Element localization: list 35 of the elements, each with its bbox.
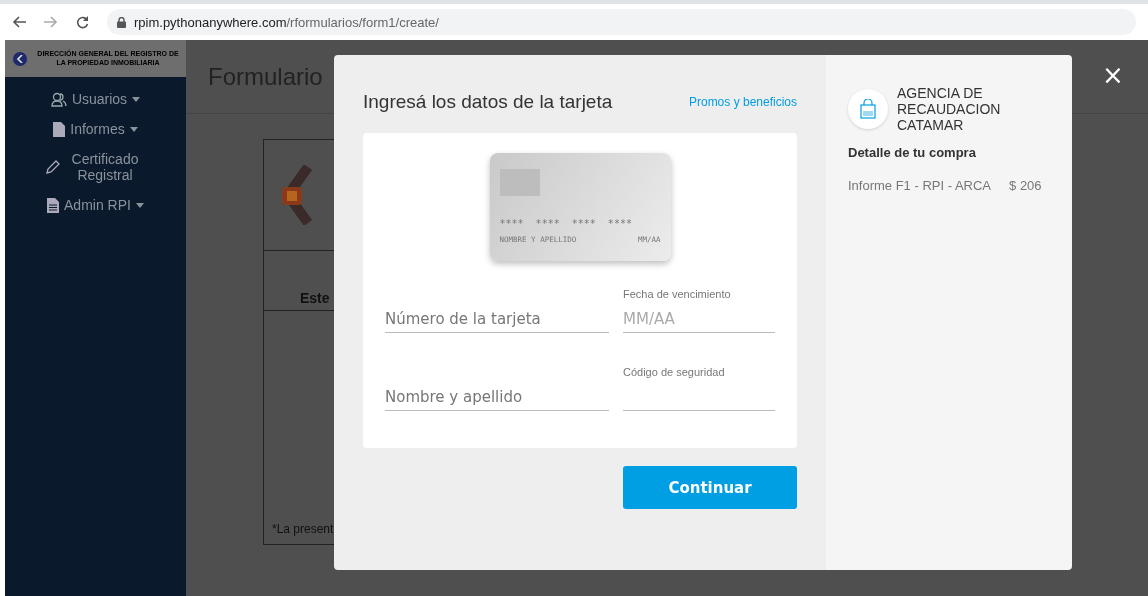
back-icon[interactable] bbox=[12, 16, 26, 28]
shopping-bag-icon bbox=[848, 89, 888, 129]
close-button[interactable]: × bbox=[1102, 62, 1124, 88]
pencil-icon bbox=[46, 160, 60, 174]
card-number-mask: **** **** **** **** bbox=[499, 218, 633, 229]
sidebar-item[interactable]: Admin RPI bbox=[47, 197, 144, 213]
sidebar-item[interactable]: Usuarios bbox=[50, 91, 141, 107]
input-field[interactable]: Número de la tarjeta bbox=[385, 306, 609, 333]
input-field[interactable]: MM/AA bbox=[623, 306, 775, 333]
input-field[interactable]: Nombre y apellido bbox=[385, 384, 609, 411]
address-bar[interactable]: rpim.pythonanywhere.com/rformularios/form1/create/ bbox=[107, 9, 1136, 35]
sidebar-label: Admin RPI bbox=[64, 197, 131, 213]
footnote-text: *La present bbox=[272, 522, 334, 536]
lock-icon bbox=[117, 16, 126, 28]
sidebar-label: Usuarios bbox=[71, 91, 128, 107]
detail-heading: Detalle de tu compra bbox=[848, 145, 977, 161]
sidebar-label: Certificado Registral bbox=[70, 151, 140, 183]
chevron-icon bbox=[17, 54, 23, 63]
merchant-name: AGENCIA DE RECAUDACION CATAMAR bbox=[897, 85, 1002, 134]
file-icon bbox=[53, 121, 66, 137]
collapse-button[interactable] bbox=[13, 51, 27, 66]
continue-button[interactable]: Continuar bbox=[623, 466, 797, 509]
dialog-title: Ingresá los datos de la tarjeta bbox=[363, 91, 613, 113]
field-label: Fecha de vencimiento bbox=[623, 288, 732, 300]
url-text: rpim.pythonanywhere.com/rformularios/form1/create/ bbox=[134, 14, 439, 30]
sidebar-item[interactable]: Certificado Registral bbox=[46, 151, 145, 183]
sidebar-label: Informes bbox=[70, 121, 125, 137]
document-icon bbox=[47, 197, 60, 213]
item-price: $ 206 bbox=[1009, 178, 1042, 194]
item-name: Informe F1 - RPI - ARCA bbox=[848, 178, 992, 194]
field-label: Código de seguridad bbox=[623, 366, 726, 378]
section-heading: Este bbox=[300, 290, 330, 306]
sidebar-item[interactable]: Informes bbox=[53, 121, 138, 137]
users-icon bbox=[50, 91, 67, 107]
reload-icon[interactable] bbox=[76, 15, 89, 29]
